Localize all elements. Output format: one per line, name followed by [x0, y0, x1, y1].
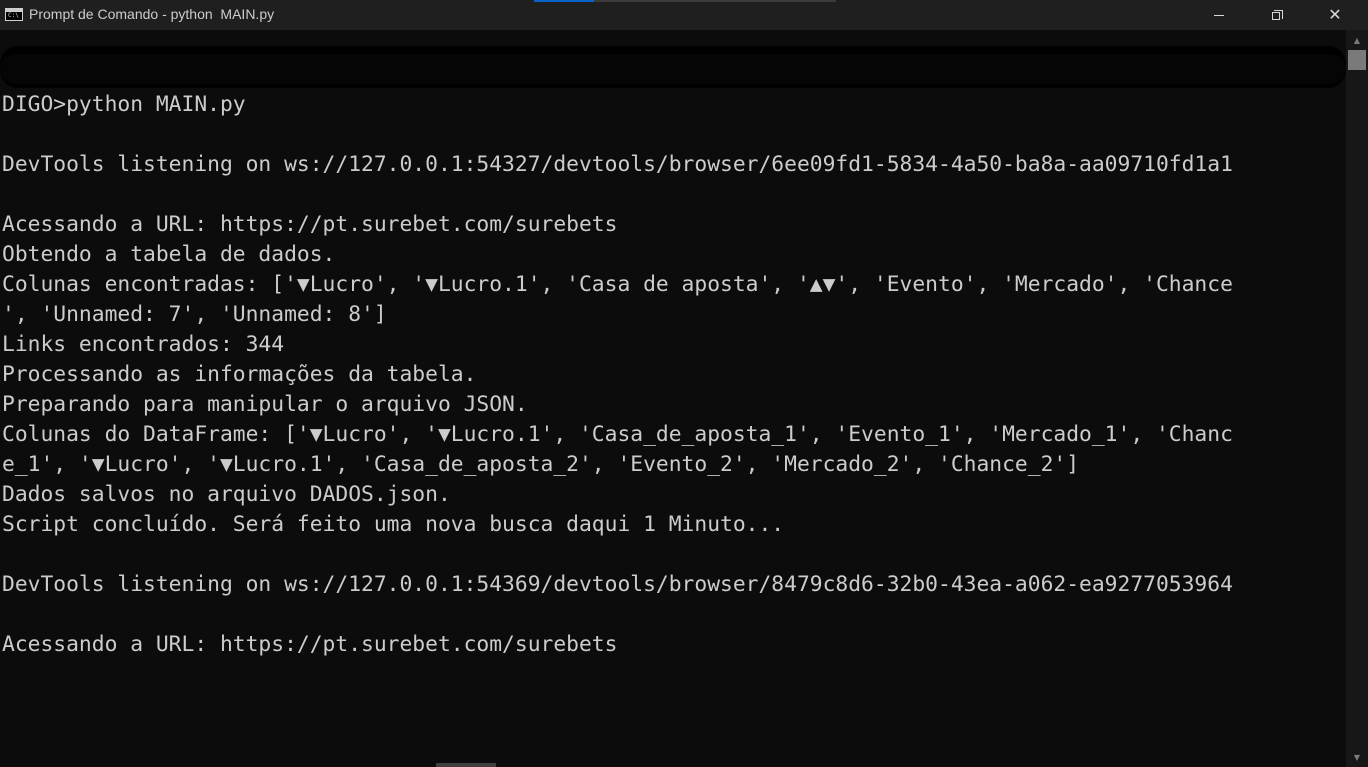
- command-prompt-window: C:\ Prompt de Comando - python MAIN.py ✕…: [0, 0, 1368, 767]
- window-title: Prompt de Comando - python MAIN.py: [29, 6, 275, 22]
- console-line: Colunas encontradas: ['▼Lucro', '▼Lucro.…: [2, 272, 1233, 297]
- console-line: Script concluído. Será feito uma nova bu…: [2, 512, 785, 537]
- restore-icon: [1271, 9, 1283, 21]
- taskbar-accent-line: [534, 0, 594, 2]
- vertical-scrollbar[interactable]: ▲ ▼: [1346, 30, 1368, 767]
- console-line: DIGO>python MAIN.py: [2, 92, 246, 117]
- console-line: e_1', '▼Lucro', '▼Lucro.1', 'Casa_de_apo…: [2, 452, 1080, 477]
- close-button[interactable]: ✕: [1306, 0, 1364, 30]
- redacted-path-area-inner: [0, 54, 1346, 84]
- scroll-up-arrow-icon[interactable]: ▲: [1346, 32, 1368, 48]
- minimize-icon: [1214, 14, 1224, 16]
- restore-button[interactable]: [1248, 0, 1306, 30]
- console-line: Obtendo a tabela de dados.: [2, 242, 336, 267]
- console-line: ', 'Unnamed: 7', 'Unnamed: 8']: [2, 302, 387, 327]
- console-line: Acessando a URL: https://pt.surebet.com/…: [2, 212, 618, 237]
- cmd-icon-text: C:\: [8, 12, 19, 19]
- console-line: Dados salvos no arquivo DADOS.json.: [2, 482, 451, 507]
- console-line: DevTools listening on ws://127.0.0.1:543…: [2, 152, 1233, 177]
- console-line: Colunas do DataFrame: ['▼Lucro', '▼Lucro…: [2, 422, 1233, 447]
- close-icon: ✕: [1328, 5, 1342, 24]
- console-line: Processando as informações da tabela.: [2, 362, 477, 387]
- console-lines: DIGO>python MAIN.py DevTools listening on…: [2, 90, 1233, 660]
- console-output[interactable]: DIGO>python MAIN.py DevTools listening on…: [0, 30, 1346, 767]
- scrollbar-thumb[interactable]: [1348, 50, 1366, 70]
- taskbar-accent-line-dim: [594, 0, 836, 2]
- minimize-button[interactable]: [1190, 0, 1248, 30]
- console-line: Preparando para manipular o arquivo JSON…: [2, 392, 528, 417]
- console-line: Links encontrados: 344: [2, 332, 285, 357]
- console-line: DevTools listening on ws://127.0.0.1:543…: [2, 572, 1233, 597]
- restore-icon-front: [1271, 11, 1280, 20]
- horizontal-scrollbar-thumb[interactable]: [436, 763, 496, 767]
- scroll-down-arrow-icon[interactable]: ▼: [1346, 749, 1368, 765]
- cmd-icon[interactable]: C:\: [5, 8, 23, 21]
- console-line: Acessando a URL: https://pt.surebet.com/…: [2, 632, 618, 657]
- title-bar[interactable]: C:\ Prompt de Comando - python MAIN.py ✕: [0, 0, 1368, 30]
